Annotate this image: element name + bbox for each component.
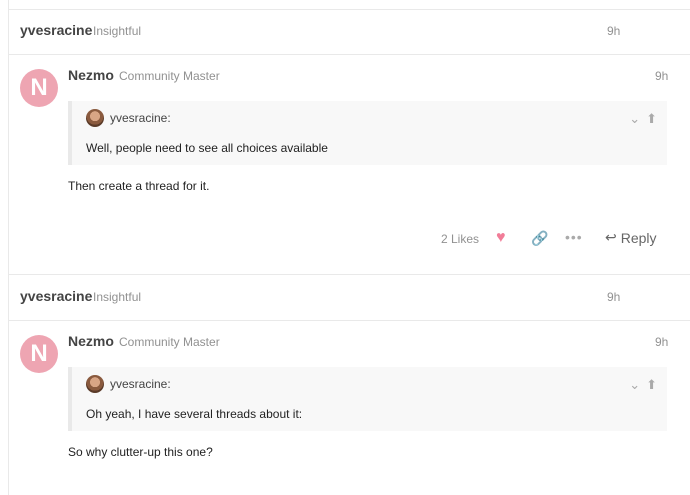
quote-username: yvesracine: — [110, 377, 171, 391]
user-title: Insightful — [93, 290, 142, 304]
post-time[interactable]: 9h — [607, 24, 620, 38]
likes-count[interactable]: 2 Likes — [441, 232, 479, 246]
topic-stream: yvesracine Insightful 9h N Nezmo Communi… — [8, 0, 690, 495]
quote-avatar[interactable] — [86, 109, 104, 127]
post-time[interactable]: 9h — [655, 69, 668, 83]
arrow-up-icon[interactable]: ⬆ — [646, 377, 657, 393]
quote-text: Oh yeah, I have several threads about it… — [86, 407, 303, 421]
post-body: Then create a thread for it. — [68, 179, 210, 193]
reply-label: Reply — [620, 229, 657, 246]
post-summary: yvesracine Insightful 9h — [9, 10, 690, 54]
chevron-down-icon[interactable]: ⌄ — [629, 377, 640, 393]
link-icon[interactable]: 🔗 — [531, 230, 548, 247]
quote-username: yvesracine: — [110, 111, 171, 125]
post-actions: 2 Likes ♥ 🔗 ••• ↩ Reply — [9, 229, 690, 249]
arrow-up-icon[interactable]: ⬆ — [646, 111, 657, 127]
heart-icon[interactable]: ♥ — [496, 229, 506, 247]
user-title: Community Master — [119, 69, 220, 83]
post-body: So why clutter-up this one? — [68, 445, 213, 459]
chevron-down-icon[interactable]: ⌄ — [629, 111, 640, 127]
avatar[interactable]: N — [20, 335, 58, 373]
post-time[interactable]: 9h — [607, 290, 620, 304]
post-username[interactable]: Nezmo — [68, 333, 114, 349]
quote-controls: ⌄ ⬆ — [629, 377, 657, 393]
post: N Nezmo Community Master 9h yvesracine: … — [9, 321, 690, 495]
user-title: Insightful — [93, 24, 142, 38]
post-username[interactable]: yvesracine — [20, 22, 92, 38]
quote-block: yvesracine: ⌄ ⬆ Oh yeah, I have several … — [68, 367, 667, 431]
post-summary: yvesracine Insightful 9h — [9, 276, 690, 320]
quote-text: Well, people need to see all choices ava… — [86, 141, 328, 155]
post-username[interactable]: yvesracine — [20, 288, 92, 304]
post-username[interactable]: Nezmo — [68, 67, 114, 83]
ellipsis-icon[interactable]: ••• — [565, 229, 583, 245]
avatar[interactable]: N — [20, 69, 58, 107]
quote-controls: ⌄ ⬆ — [629, 111, 657, 127]
post-time[interactable]: 9h — [655, 335, 668, 349]
quote-block: yvesracine: ⌄ ⬆ Well, people need to see… — [68, 101, 667, 165]
post: N Nezmo Community Master 9h yvesracine: … — [9, 55, 690, 274]
reply-icon: ↩ — [605, 229, 617, 245]
quote-avatar[interactable] — [86, 375, 104, 393]
user-title: Community Master — [119, 335, 220, 349]
divider — [9, 274, 690, 275]
reply-button[interactable]: ↩ Reply — [605, 229, 657, 246]
